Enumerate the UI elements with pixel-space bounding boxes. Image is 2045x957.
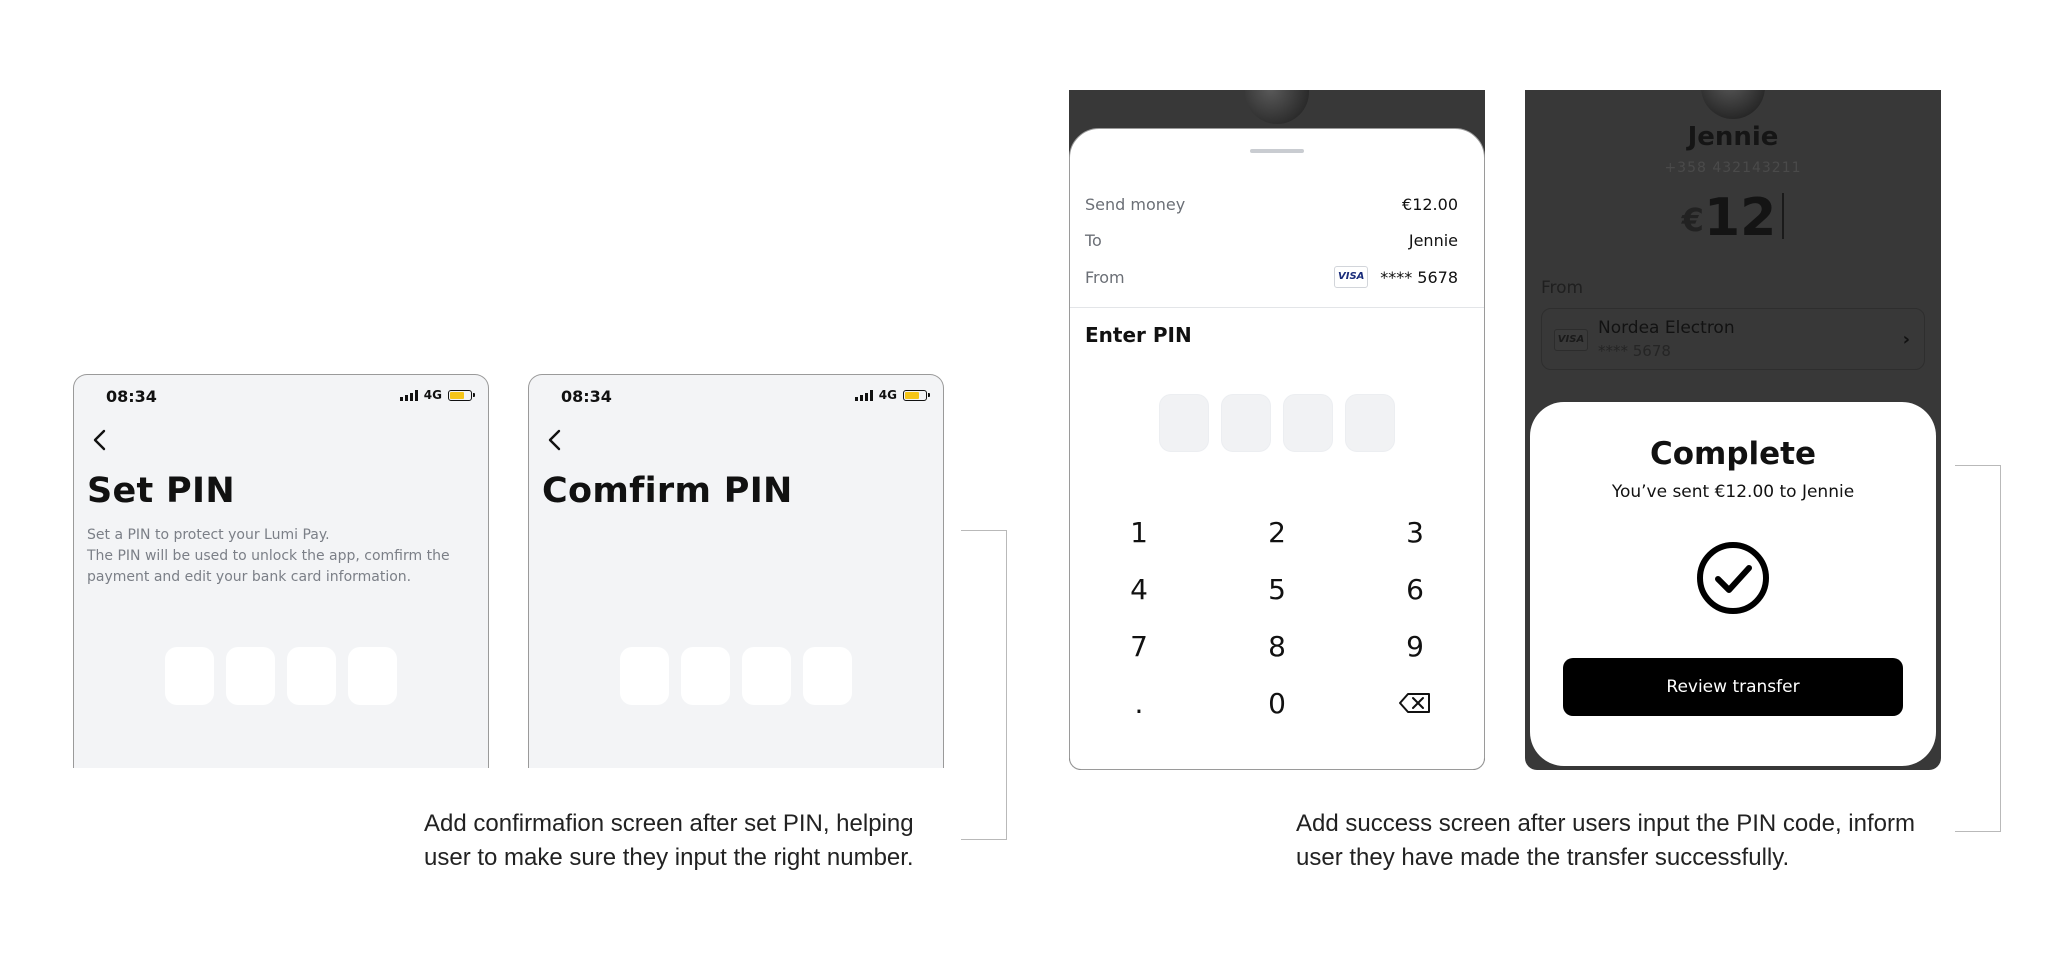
pin-bottom-sheet: Send money €12.00 To Jennie From VISA **… [1069, 128, 1485, 770]
text-cursor [1782, 193, 1785, 239]
status-time: 08:34 [561, 387, 612, 406]
annotation-confirm-note: Add confirmafion screen after set PIN, h… [424, 810, 914, 871]
divider [1070, 307, 1484, 308]
set-pin-screen: 08:34 4G Set PIN Set a PIN to protect yo… [73, 374, 489, 768]
pin-digit-box[interactable] [1283, 394, 1333, 452]
pin-digit-box[interactable] [287, 647, 336, 705]
chevron-right-icon: › [1902, 329, 1910, 350]
annotation-connector [1955, 465, 2001, 832]
enter-pin-title: Enter PIN [1085, 323, 1192, 347]
battery-icon [448, 389, 475, 401]
key-2[interactable]: 2 [1208, 517, 1346, 548]
pin-digit-box[interactable] [1345, 394, 1395, 452]
pin-digit-box[interactable] [226, 647, 275, 705]
key-7[interactable]: 7 [1070, 631, 1208, 662]
page-title: Set PIN [87, 471, 235, 511]
network-label: 4G [878, 388, 897, 402]
success-message: You’ve sent €12.00 to Jennie [1611, 482, 1855, 502]
annotation-connector [961, 530, 1007, 840]
key-3[interactable]: 3 [1346, 517, 1484, 548]
key-0[interactable]: 0 [1208, 688, 1346, 719]
annotation-success-note: Add success screen after users input the… [1296, 810, 1915, 871]
card-name: Nordea Electron [1598, 318, 1735, 338]
card-number: **** 5678 [1598, 342, 1671, 360]
transfer-complete-screen: Jennie +358 432143211 €12 From VISA Nord… [1525, 90, 1941, 770]
from-row: From VISA **** 5678 [1085, 266, 1458, 288]
send-money-row: Send money €12.00 [1085, 195, 1458, 214]
pin-digit-box[interactable] [348, 647, 397, 705]
pin-digit-box[interactable] [1221, 394, 1271, 452]
success-title: Complete [1649, 436, 1817, 472]
status-time: 08:34 [106, 387, 157, 406]
from-label: From [1085, 267, 1125, 287]
back-icon[interactable] [545, 427, 565, 453]
send-money-value: €12.00 [1402, 195, 1458, 214]
pin-input[interactable] [74, 647, 488, 705]
back-icon[interactable] [90, 427, 110, 453]
status-bar-icons: 4G [854, 388, 930, 402]
page-title: Comfirm PIN [542, 471, 793, 511]
description: Set a PIN to protect your Lumi Pay. The … [87, 525, 467, 588]
pin-input[interactable] [529, 647, 943, 705]
key-8[interactable]: 8 [1208, 631, 1346, 662]
payment-pin-screen: Send money €12.00 To Jennie From VISA **… [1069, 90, 1485, 770]
from-card-number: **** 5678 [1380, 267, 1458, 287]
signal-icon [399, 389, 418, 401]
checkmark-icon [1695, 540, 1771, 616]
to-value: Jennie [1408, 231, 1458, 250]
from-label: From [1541, 278, 1584, 298]
numeric-keypad: 1 2 3 4 5 6 7 8 9 . 0 [1070, 517, 1484, 719]
to-row: To Jennie [1085, 231, 1458, 250]
confirm-pin-screen: 08:34 4G Comfirm PIN [528, 374, 944, 768]
send-money-label: Send money [1085, 195, 1186, 214]
to-label: To [1085, 231, 1102, 250]
contact-phone: +358 432143211 [1664, 160, 1802, 176]
review-transfer-button[interactable]: Review transfer [1563, 658, 1903, 716]
pin-digit-box[interactable] [742, 647, 791, 705]
description-line-2: The PIN will be used to unlock the app, … [87, 548, 450, 585]
network-label: 4G [423, 388, 442, 402]
card-selector[interactable]: VISA Nordea Electron **** 5678 › [1541, 308, 1925, 370]
backspace-icon[interactable] [1346, 688, 1484, 719]
description-line-1: Set a PIN to protect your Lumi Pay. [87, 527, 330, 543]
visa-icon: VISA [1554, 329, 1588, 351]
key-1[interactable]: 1 [1070, 517, 1208, 548]
key-9[interactable]: 9 [1346, 631, 1484, 662]
visa-icon: VISA [1334, 266, 1369, 288]
currency-symbol: € [1681, 201, 1704, 239]
avatar [1701, 90, 1765, 119]
key-4[interactable]: 4 [1070, 574, 1208, 605]
sheet-handle[interactable] [1250, 149, 1304, 153]
key-6[interactable]: 6 [1346, 574, 1484, 605]
pin-digit-box[interactable] [165, 647, 214, 705]
signal-icon [854, 389, 873, 401]
success-sheet: Complete You’ve sent €12.00 to Jennie Re… [1530, 402, 1936, 766]
pin-digit-box[interactable] [620, 647, 669, 705]
pin-digit-box[interactable] [681, 647, 730, 705]
pin-digit-box[interactable] [803, 647, 852, 705]
pin-digit-box[interactable] [1159, 394, 1209, 452]
battery-icon [903, 389, 930, 401]
amount-value: 12 [1703, 188, 1777, 248]
amount-display: €12 [1525, 188, 1941, 248]
avatar [1245, 90, 1309, 124]
pin-input[interactable] [1070, 394, 1484, 452]
key-dot[interactable]: . [1070, 688, 1208, 719]
status-bar-icons: 4G [399, 388, 475, 402]
contact-name: Jennie [1687, 122, 1779, 152]
key-5[interactable]: 5 [1208, 574, 1346, 605]
from-card: VISA **** 5678 [1334, 266, 1458, 288]
